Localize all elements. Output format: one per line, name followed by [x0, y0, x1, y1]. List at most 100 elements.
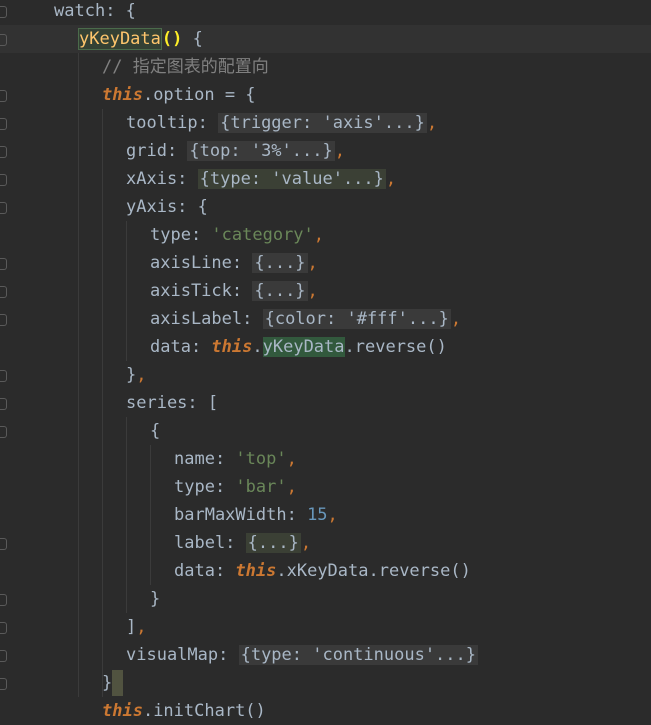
code-token: }	[150, 589, 161, 609]
code-line-content: tooltip: {trigger: 'axis'...},	[126, 109, 437, 137]
code-token: this	[102, 701, 143, 721]
indent-guide	[126, 221, 127, 361]
code-token: ,	[327, 505, 338, 525]
code-token: barMaxWidth:	[174, 505, 308, 525]
fold-marker-icon[interactable]	[0, 174, 7, 186]
indent-guide	[78, 53, 79, 697]
fold-marker-icon[interactable]	[0, 258, 7, 270]
code-line[interactable]: type: 'bar',	[0, 473, 651, 501]
fold-marker-icon[interactable]	[0, 34, 7, 46]
code-line[interactable]: series: [	[0, 389, 651, 417]
fold-marker-icon[interactable]	[0, 622, 7, 634]
code-token: ]	[126, 617, 137, 637]
code-line-content: ],	[126, 613, 147, 641]
code-line-content: name: 'top',	[174, 445, 297, 473]
code-token: ,	[136, 365, 147, 385]
code-token: this	[235, 561, 277, 581]
indent-guide	[150, 445, 151, 585]
code-line-content: data: this.yKeyData.reverse()	[150, 333, 447, 361]
code-line[interactable]: visualMap: {type: 'continuous'...}	[0, 641, 651, 669]
code-line-content: // 指定图表的配置向	[102, 53, 269, 81]
code-line[interactable]: }	[0, 669, 651, 697]
code-line[interactable]: },	[0, 361, 651, 389]
code-line-content: },	[126, 361, 147, 389]
fold-marker-icon[interactable]	[0, 286, 7, 298]
code-line[interactable]: barMaxWidth: 15,	[0, 501, 651, 529]
code-line-content: type: 'bar',	[174, 473, 297, 501]
code-token: 'top'	[235, 449, 287, 469]
code-token: visualMap:	[126, 645, 239, 665]
code-token: {...}	[252, 253, 308, 273]
code-line[interactable]: }	[0, 585, 651, 613]
code-token: {top: '3%'...}	[187, 141, 335, 161]
code-line-content: axisTick: {...},	[150, 277, 318, 305]
code-line[interactable]: data: this.xKeyData.reverse()	[0, 557, 651, 585]
fold-marker-icon[interactable]	[0, 118, 7, 130]
code-line-content: axisLabel: {color: '#fff'...},	[150, 305, 461, 333]
fold-marker-icon[interactable]	[0, 370, 7, 382]
code-line[interactable]: grid: {top: '3%'...},	[0, 137, 651, 165]
code-line-content: {	[150, 417, 160, 445]
code-line-content: yKeyData() {	[78, 25, 203, 53]
code-token: {trigger: 'axis'...}	[218, 113, 427, 133]
text-cursor	[112, 670, 124, 696]
code-line[interactable]: this.option = {	[0, 81, 651, 109]
code-token: yKeyData	[78, 28, 162, 50]
code-line-content: visualMap: {type: 'continuous'...}	[126, 641, 478, 669]
fold-marker-icon[interactable]	[0, 202, 7, 214]
fold-marker-icon[interactable]	[0, 6, 7, 18]
indent-guide	[126, 417, 127, 613]
code-token: 15	[307, 505, 328, 525]
code-token: axisLine:	[150, 253, 253, 273]
fold-marker-icon[interactable]	[0, 426, 7, 438]
code-token: name:	[174, 449, 236, 469]
fold-marker-icon[interactable]	[0, 398, 7, 410]
fold-marker-icon[interactable]	[0, 678, 7, 690]
code-line[interactable]: type: 'category',	[0, 221, 651, 249]
code-token: ,	[300, 533, 312, 553]
code-token: }	[126, 365, 137, 385]
code-token: {	[150, 421, 161, 441]
code-line[interactable]: label: {...},	[0, 529, 651, 557]
code-token: data:	[174, 561, 236, 581]
code-line[interactable]: {	[0, 417, 651, 445]
code-line[interactable]: axisLabel: {color: '#fff'...},	[0, 305, 651, 333]
code-line[interactable]: xAxis: {type: 'value'...},	[0, 165, 651, 193]
code-line[interactable]: axisLine: {...},	[0, 249, 651, 277]
code-line-content: type: 'category',	[150, 221, 324, 249]
code-token: yKeyData	[262, 337, 345, 357]
code-line[interactable]: yAxis: {	[0, 193, 651, 221]
code-line[interactable]: name: 'top',	[0, 445, 651, 473]
code-line-content: series: [	[126, 389, 218, 417]
code-token: series: [	[126, 393, 219, 413]
code-token: watch	[54, 1, 106, 21]
code-token: .initChart()	[142, 701, 266, 721]
fold-marker-icon[interactable]	[0, 314, 7, 326]
code-line[interactable]: data: this.yKeyData.reverse()	[0, 333, 651, 361]
code-line-content: grid: {top: '3%'...},	[126, 137, 345, 165]
code-line[interactable]: // 指定图表的配置向	[0, 53, 651, 81]
fold-marker-icon[interactable]	[0, 146, 7, 158]
fold-marker-icon[interactable]	[0, 650, 7, 662]
code-token: ,	[307, 281, 318, 301]
code-line[interactable]: tooltip: {trigger: 'axis'...},	[0, 109, 651, 137]
code-line[interactable]: axisTick: {...},	[0, 277, 651, 305]
code-token: type:	[150, 225, 212, 245]
code-line[interactable]: watch: {	[0, 0, 651, 25]
code-token: {...}	[245, 533, 301, 553]
code-token: ,	[426, 113, 438, 133]
code-token: xAxis:	[126, 169, 198, 189]
fold-marker-icon[interactable]	[0, 90, 7, 102]
code-token: .	[252, 337, 263, 357]
code-token: {color: '#fff'...}	[262, 309, 451, 329]
code-line-content: }	[150, 585, 160, 613]
code-line-content: xAxis: {type: 'value'...},	[126, 165, 396, 193]
code-token: ,	[385, 169, 397, 189]
code-line[interactable]: yKeyData() {	[0, 25, 651, 53]
code-token: label:	[174, 533, 246, 553]
fold-marker-icon[interactable]	[0, 594, 7, 606]
code-token: ,	[286, 477, 297, 497]
fold-marker-icon[interactable]	[0, 538, 7, 550]
code-line[interactable]: this.initChart()	[0, 697, 651, 725]
code-line[interactable]: ],	[0, 613, 651, 641]
